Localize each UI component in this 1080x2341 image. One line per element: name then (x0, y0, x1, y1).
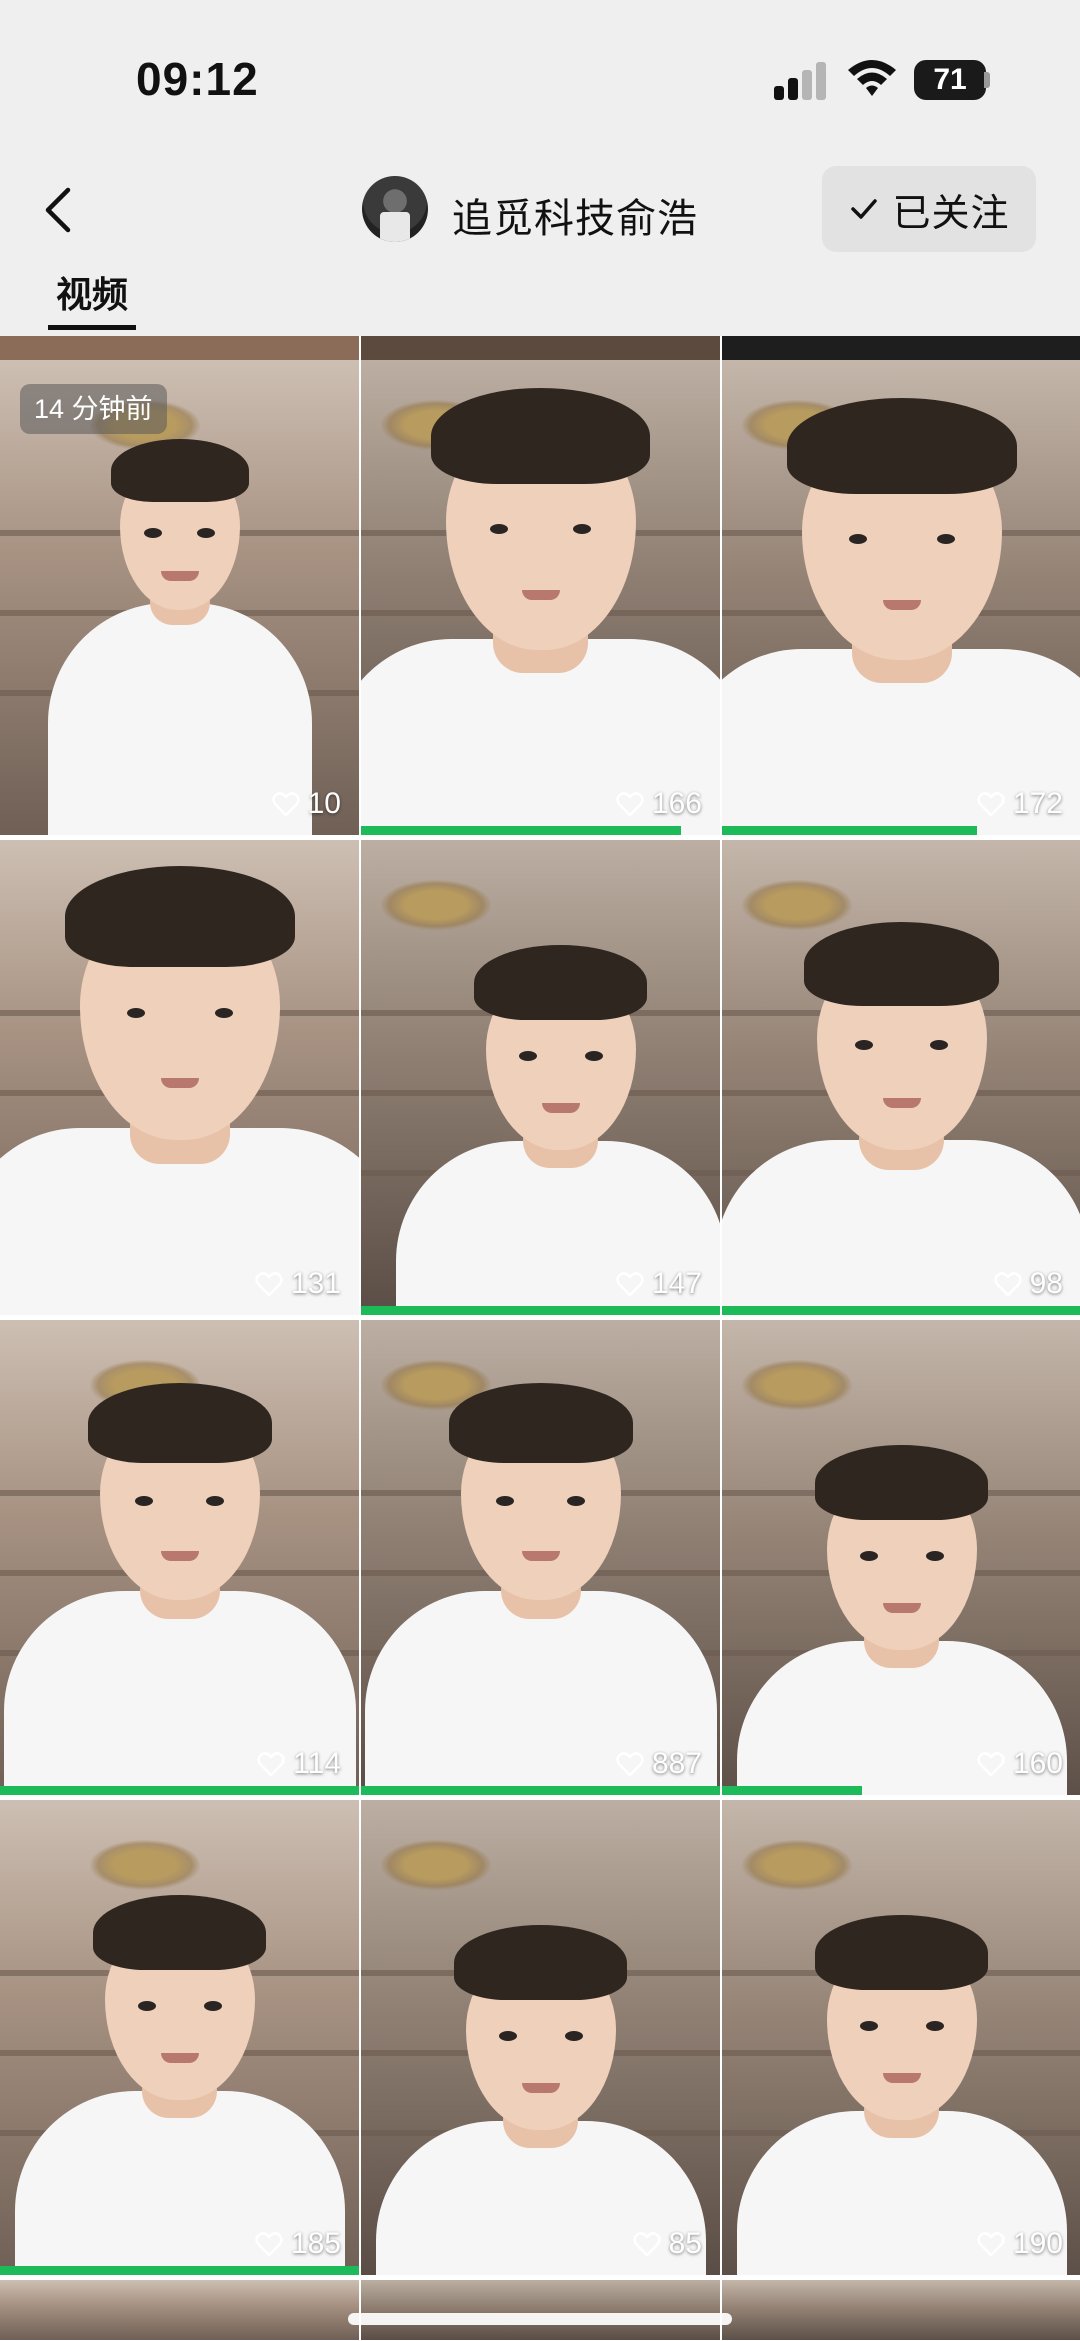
profile-header: 追觅科技俞浩 已关注 视频 (0, 150, 1080, 336)
video-thumbnail[interactable]: 85 (361, 1800, 720, 2275)
video-thumbnail[interactable]: 131 (0, 840, 359, 1315)
battery-level: 71 (933, 63, 967, 96)
like-count-value: 185 (290, 2227, 341, 2260)
like-count: 166 (616, 787, 702, 821)
time-badge: 14 分钟前 (20, 384, 167, 434)
battery-icon: 71 (914, 60, 986, 100)
like-count-value: 887 (651, 1747, 702, 1780)
thumbnail-image (0, 1800, 359, 2275)
signal-icon (774, 60, 830, 100)
like-count: 98 (993, 1267, 1063, 1301)
like-count-value: 114 (293, 1747, 341, 1780)
like-count: 114 (257, 1747, 341, 1781)
like-count-value: 85 (668, 2227, 702, 2260)
like-count-value: 160 (1012, 1747, 1063, 1780)
watch-progress-bar (361, 1306, 720, 1315)
watch-progress-bar (361, 1786, 720, 1795)
tab-label: 视频 (55, 274, 128, 315)
thumbnail-image (722, 840, 1080, 1315)
video-thumbnail-partial[interactable] (722, 2280, 1080, 2340)
video-thumbnail[interactable]: 114 (0, 1320, 359, 1795)
heart-icon (255, 2232, 283, 2257)
like-count-value: 10 (307, 787, 341, 820)
thumbnail-image (361, 1320, 720, 1795)
like-count: 185 (255, 2227, 341, 2261)
thumbnail-image (722, 1320, 1080, 1795)
status-bar: 09:12 71 (0, 0, 1080, 150)
video-thumbnail[interactable]: 160 (722, 1320, 1080, 1795)
watch-progress-bar (722, 1786, 862, 1795)
watch-progress-bar (0, 2266, 359, 2275)
avatar[interactable] (362, 176, 428, 242)
heart-icon (616, 792, 644, 817)
like-count: 887 (616, 1747, 702, 1781)
video-thumbnail[interactable]: 887 (361, 1320, 720, 1795)
like-count-value: 98 (1029, 1267, 1063, 1300)
account-name[interactable]: 追觅科技俞浩 (452, 186, 698, 244)
video-thumbnail[interactable]: 185 (0, 1800, 359, 2275)
watch-progress-bar (361, 826, 681, 835)
video-thumbnail[interactable]: 147 (361, 840, 720, 1315)
heart-icon (977, 2232, 1005, 2257)
heart-icon (255, 1272, 283, 1297)
like-count-value: 131 (290, 1267, 341, 1300)
like-count: 190 (977, 2227, 1063, 2261)
video-thumbnail[interactable]: 166 (361, 360, 720, 835)
wifi-icon (848, 60, 896, 96)
follow-button[interactable]: 已关注 (822, 166, 1036, 252)
heart-icon (616, 1752, 644, 1777)
heart-icon (616, 1272, 644, 1297)
heart-icon (257, 1752, 285, 1777)
tab-videos[interactable]: 视频 (48, 266, 136, 330)
like-count: 131 (255, 1267, 341, 1301)
like-count-value: 190 (1012, 2227, 1063, 2260)
tab-underline (48, 325, 136, 330)
like-count: 160 (977, 1747, 1063, 1781)
video-thumbnail-partial[interactable] (361, 2280, 720, 2340)
like-count-value: 166 (651, 787, 702, 820)
thumbnail-image (361, 840, 720, 1315)
video-thumbnail[interactable]: 98 (722, 840, 1080, 1315)
follow-label: 已关注 (892, 192, 1010, 235)
heart-icon (977, 1752, 1005, 1777)
like-count-value: 147 (651, 1267, 702, 1300)
thumbnail-image (361, 1800, 720, 2275)
heart-icon (977, 792, 1005, 817)
thumbnail-image (0, 1320, 359, 1795)
watch-progress-bar (722, 1306, 1080, 1315)
video-thumbnail-partial[interactable] (0, 2280, 359, 2340)
heart-icon (993, 1272, 1022, 1297)
thumbnail-image (0, 840, 359, 1315)
like-count: 172 (977, 787, 1063, 821)
heart-icon (271, 792, 300, 817)
watch-progress-bar (0, 1786, 359, 1795)
watch-progress-bar (722, 826, 977, 835)
like-count: 147 (616, 1267, 702, 1301)
like-count-value: 172 (1012, 787, 1063, 820)
grid-top-strip (0, 336, 1080, 360)
like-count: 85 (632, 2227, 702, 2261)
video-thumbnail[interactable]: 14 分钟前 10 (0, 360, 359, 835)
like-count: 10 (271, 787, 341, 821)
status-time: 09:12 (136, 53, 259, 105)
video-thumbnail[interactable]: 190 (722, 1800, 1080, 2275)
thumbnail-image (722, 1800, 1080, 2275)
home-indicator (348, 2313, 732, 2325)
thumbnail-image (722, 360, 1080, 835)
check-icon (851, 199, 878, 219)
video-thumbnail[interactable]: 172 (722, 360, 1080, 835)
chevron-left-icon[interactable] (30, 180, 90, 240)
heart-icon (632, 2232, 661, 2257)
thumbnail-image (361, 360, 720, 835)
battery-cap (984, 72, 990, 88)
